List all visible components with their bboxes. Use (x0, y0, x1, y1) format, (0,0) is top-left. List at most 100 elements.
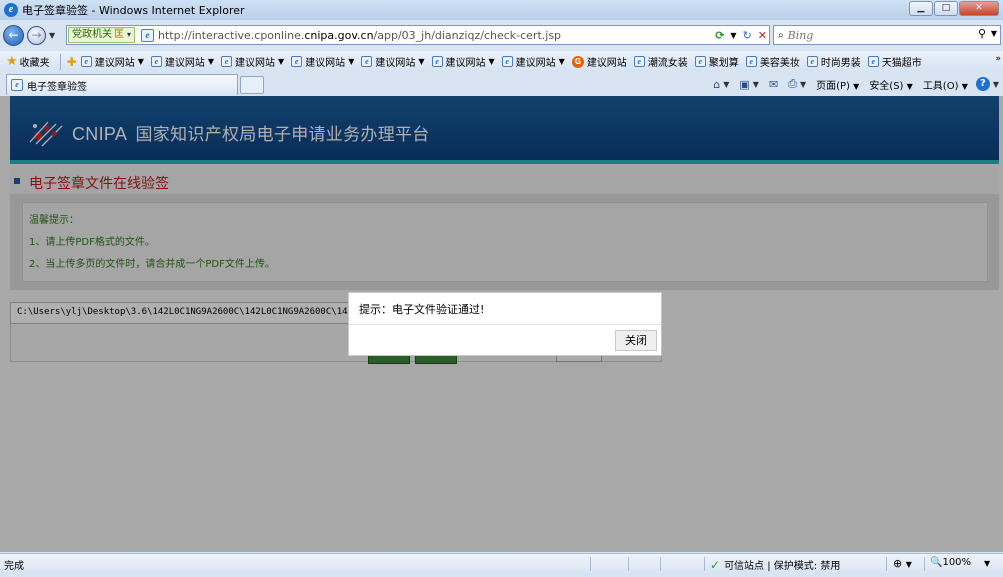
favorite-item[interactable]: e 美容美妆 (745, 54, 800, 69)
status-text: 完成 (4, 561, 24, 572)
help-icon[interactable]: ? (975, 77, 990, 91)
compatibility-icon[interactable]: ⟳ (715, 29, 724, 42)
favorite-item[interactable]: e 时尚男装 (806, 54, 861, 69)
minimize-button[interactable]: ▁ (909, 1, 933, 16)
mail-icon[interactable]: ✉ (769, 78, 778, 91)
favorite-item[interactable]: e 建议网站 ▼ (431, 54, 495, 69)
home-dropdown-icon[interactable]: ▼ (723, 80, 729, 89)
zoom-control[interactable]: 🔍100% (930, 557, 971, 568)
close-window-button[interactable]: ✕ (959, 1, 999, 16)
tools-menu[interactable]: 工具(O) ▼ (923, 77, 968, 92)
feeds-dropdown-icon[interactable]: ▼ (753, 80, 759, 89)
page-viewport: CNIPA 国家知识产权局电子申请业务办理平台 电子签章文件在线验签 温馨提示：… (0, 96, 1003, 552)
page-icon: e (141, 28, 155, 42)
favorite-item[interactable]: e 建议网站 ▼ (361, 54, 425, 69)
dialog-divider (349, 324, 661, 325)
chevron-down-icon[interactable]: ▼ (489, 57, 495, 66)
help-dropdown-icon[interactable]: ▼ (993, 80, 999, 89)
chevron-down-icon[interactable]: ▼ (418, 57, 424, 66)
window-controls: ▁ □ ✕ (908, 1, 999, 16)
chevron-down-icon[interactable]: ▼ (348, 57, 354, 66)
dialog-close-button[interactable]: 关闭 (615, 330, 657, 351)
refresh-icon[interactable]: ↻ (743, 29, 752, 42)
search-box[interactable]: ⌕ Bing ⚲ ▼ (773, 25, 1001, 45)
address-tools: ⟳ ▼ ↻ ✕ (709, 27, 767, 43)
favorites-button[interactable]: 收藏夹 (20, 54, 50, 69)
page-icon: e (221, 56, 233, 67)
dialog-message: 提示：电子文件验证通过! (359, 303, 485, 316)
chevron-down-icon[interactable]: ▼ (138, 57, 144, 66)
add-favorite-icon[interactable]: ✚ (67, 55, 77, 69)
zone-text: 可信站点 | 保护模式: 禁用 (724, 561, 841, 572)
gov-tag-badge: 匡 (114, 29, 124, 40)
search-dropdown-icon[interactable]: ▼ (991, 29, 997, 38)
favorite-item-label: 天猫超市 (881, 58, 922, 69)
zoom-dropdown-icon[interactable]: ▼ (984, 559, 990, 568)
favorite-item[interactable]: e 潮流女装 (633, 54, 688, 69)
forward-button[interactable]: → (27, 25, 46, 45)
chevron-down-icon[interactable]: ▼ (208, 57, 214, 66)
status-bar: 完成 ✓ 可信站点 | 保护模式: 禁用 ⊕ ▼ 🔍100% ▼ (0, 553, 1003, 573)
suggested-site-icon: G (571, 55, 584, 68)
page-icon: e (150, 56, 162, 67)
status-divider (704, 557, 705, 571)
maximize-button[interactable]: □ (934, 1, 958, 16)
favorites-bar: ★ 收藏夹 ✚ e 建议网站 ▼ e 建议网站 ▼ e 建议网站 ▼ e 建议网站 ▼ e 建议网站 ▼ e 建… (0, 51, 1003, 72)
favorite-item-label: 建议网站 (375, 58, 416, 69)
favorites-list: e 建议网站 ▼ e 建议网站 ▼ e 建议网站 ▼ e 建议网站 ▼ e 建议网站 ▼ e 建议网站 ▼ e 建议网… (80, 54, 929, 69)
chevron-down-icon[interactable]: ▼ (278, 57, 284, 66)
favorite-item[interactable]: e 建议网站 ▼ (291, 54, 354, 69)
page-icon: e (867, 56, 879, 67)
ie-logo-icon: e (4, 3, 18, 17)
page-icon: e (806, 56, 818, 67)
globe-icon[interactable]: ⊕ ▼ (893, 557, 912, 570)
address-bar[interactable]: 党政机关 匡 ▾ e http://interactive.cponline.c… (66, 25, 770, 45)
page-menu[interactable]: 页面(P) ▼ (816, 77, 859, 92)
page-menu-label: 页面(P) (816, 80, 850, 92)
favorite-item-label: 建议网站 (235, 58, 276, 69)
favorite-item[interactable]: e 聚划算 (694, 54, 739, 69)
page-icon: e (80, 56, 92, 67)
status-divider (590, 557, 591, 571)
favorite-item[interactable]: e 建议网站 ▼ (80, 54, 144, 69)
feeds-icon[interactable]: ▣ (739, 78, 749, 91)
safety-menu[interactable]: 安全(S) ▼ (869, 77, 913, 92)
history-dropdown-icon[interactable]: ▼ (49, 31, 55, 40)
favorite-item[interactable]: G 建议网站 (571, 54, 627, 69)
favorite-item[interactable]: e 建议网站 ▼ (150, 54, 214, 69)
stop-icon[interactable]: ✕ (758, 29, 767, 42)
favorites-divider (59, 53, 61, 70)
favorite-item-label: 建议网站 (445, 58, 486, 69)
tab-page-icon: e (11, 79, 23, 91)
gov-site-tag[interactable]: 党政机关 匡 ▾ (68, 27, 136, 43)
favorite-item[interactable]: e 天猫超市 (867, 54, 922, 69)
page-icon: e (501, 56, 513, 67)
tools-menu-label: 工具(O) (922, 80, 959, 92)
alert-dialog: 提示：电子文件验证通过! 关闭 (348, 292, 662, 356)
favorites-overflow-icon[interactable]: » (995, 54, 1001, 64)
favorite-item-label: 建议网站 (515, 58, 556, 69)
url-text[interactable]: http://interactive.cponline.cnipa.gov.cn… (158, 29, 561, 42)
status-divider (628, 557, 629, 571)
window-title: 电子签章验签 - Windows Internet Explorer (22, 4, 245, 17)
security-zone[interactable]: ✓ 可信站点 | 保护模式: 禁用 (710, 557, 841, 573)
back-button[interactable]: ← (3, 24, 24, 46)
search-icon[interactable]: ⚲ (978, 27, 986, 40)
chevron-down-icon[interactable]: ▼ (559, 57, 565, 66)
gov-tag-label: 党政机关 (72, 29, 112, 40)
print-dropdown-icon[interactable]: ▼ (800, 80, 806, 89)
chevron-down-icon: ▾ (127, 30, 132, 39)
print-icon[interactable]: ⎙ (788, 77, 797, 91)
navigation-bar: ← → ▼ 党政机关 匡 ▾ e http://interactive.cpon… (0, 22, 1003, 48)
favorite-item-label: 建议网站 (164, 58, 205, 69)
favorite-item[interactable]: e 建议网站 ▼ (501, 54, 565, 69)
address-dropdown-icon[interactable]: ▼ (730, 31, 736, 40)
favorite-item-label: 聚划算 (708, 58, 739, 69)
tab-current[interactable]: e 电子签章验签 (6, 74, 238, 95)
home-icon[interactable]: ⌂ (713, 78, 720, 91)
new-tab-button[interactable] (240, 76, 264, 94)
favorite-item[interactable]: e 建议网站 ▼ (221, 54, 284, 69)
page-icon: e (694, 56, 706, 67)
tab-label: 电子签章验签 (27, 81, 87, 93)
favorites-star-icon[interactable]: ★ (6, 54, 18, 69)
